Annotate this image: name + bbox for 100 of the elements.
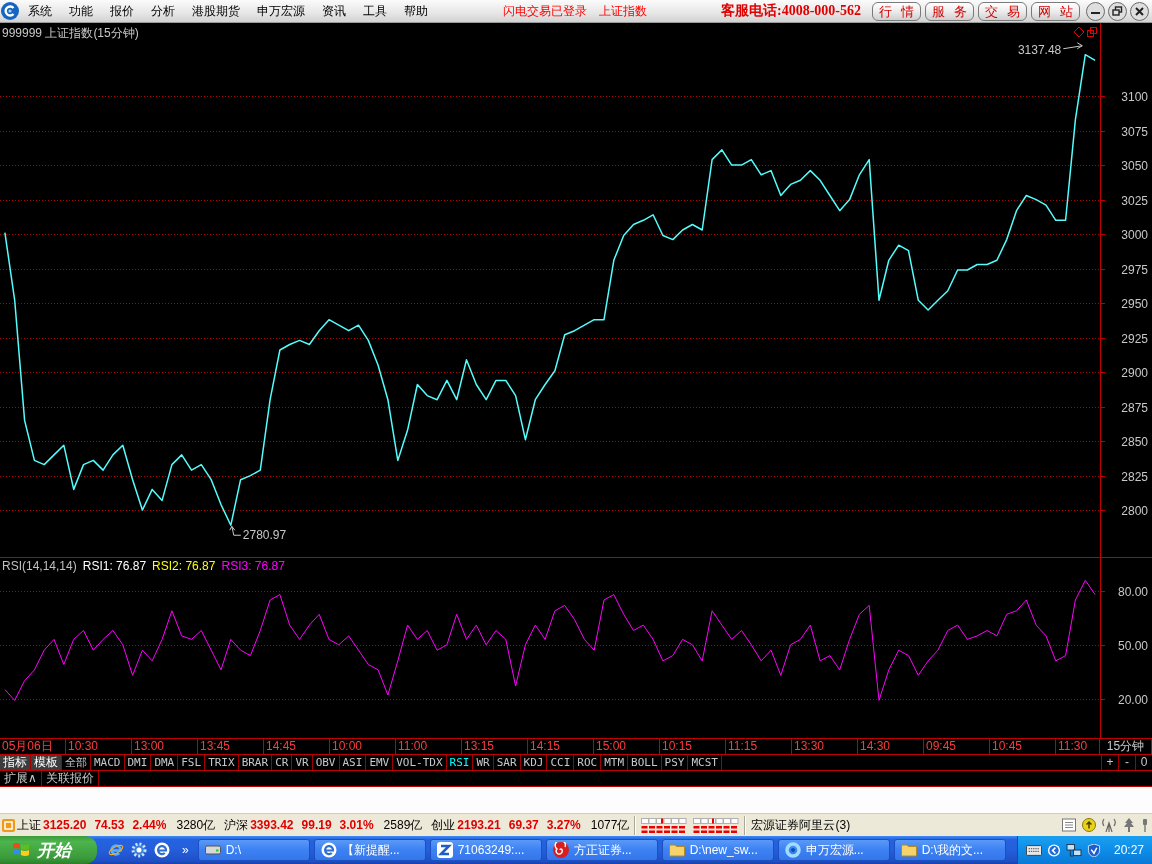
browser-e-icon[interactable] <box>154 842 170 858</box>
time-label: 10:00 <box>330 739 396 754</box>
chart-title: 999999 上证指数(15分钟) <box>2 26 139 40</box>
squares-icon[interactable] <box>1087 27 1097 37</box>
time-label: 15:00 <box>594 739 660 754</box>
menu-item[interactable]: 工具 <box>354 2 395 20</box>
axis-label: 50.00 <box>1117 638 1148 653</box>
tree-icon[interactable] <box>1122 818 1136 832</box>
indicator-tab[interactable]: VR <box>292 755 313 770</box>
hotline-text: 客服电话:4008-000-562 <box>721 2 861 20</box>
drive-icon <box>204 842 221 858</box>
indicator-tab[interactable]: 指标 <box>0 755 31 770</box>
axis-label: 2900 <box>1121 365 1148 380</box>
shield-icon[interactable] <box>1086 843 1102 857</box>
minimize-icon <box>1086 1 1105 21</box>
time-label: 09:45 <box>924 739 990 754</box>
index-name: 沪深 <box>224 816 249 834</box>
keyboard-icon[interactable] <box>1026 843 1042 857</box>
taskbar-button[interactable]: 申万宏源... <box>777 839 890 861</box>
indicator-tab[interactable]: VOL-TDX <box>393 755 447 770</box>
menu-item[interactable]: 分析 <box>142 2 183 20</box>
indicator-tab[interactable]: ASI <box>339 755 367 770</box>
high-price-label: 3137.48 <box>1017 42 1062 57</box>
browser-e-icon <box>320 842 337 858</box>
index-volume: 1077亿 <box>590 816 630 834</box>
taskbar-button[interactable]: 方正证券... <box>545 839 658 861</box>
taskbar-button[interactable]: D:\new_sw... <box>661 839 774 861</box>
close-button[interactable] <box>1130 1 1149 21</box>
notice-text: 上证指数 <box>599 2 647 20</box>
indicator-tab[interactable]: MTM <box>601 755 629 770</box>
zigzag-logo-icon <box>436 842 453 858</box>
time-label: 14:45 <box>264 739 330 754</box>
index-change: 74.53 <box>94 818 125 832</box>
coin-icon[interactable] <box>1082 818 1096 832</box>
taskbar-button[interactable]: D:\ <box>197 839 310 861</box>
clock-text: 20:27 <box>1113 843 1144 857</box>
menu-item[interactable]: 资讯 <box>313 2 354 20</box>
ring-logo-icon <box>784 842 801 858</box>
time-label: 13:30 <box>792 739 858 754</box>
legend-value: RSI1: 76.87 <box>82 559 147 573</box>
taskbar-button[interactable]: 71063249:... <box>429 839 542 861</box>
list-icon[interactable] <box>1062 818 1076 832</box>
menu-item[interactable]: 功能 <box>60 2 101 20</box>
spiral-logo-icon <box>552 842 569 858</box>
folder-icon <box>668 842 685 858</box>
sun-icon[interactable] <box>131 842 147 858</box>
taskbar-button[interactable]: D:\我的文... <box>893 839 1006 861</box>
menu-item[interactable]: 港股期货 <box>183 2 248 20</box>
arrow-icon <box>1062 42 1083 50</box>
period-label[interactable]: 15分钟 <box>1100 739 1152 754</box>
axis-label: 2800 <box>1121 503 1148 518</box>
minimize-button[interactable] <box>1086 1 1105 21</box>
index-percent: 3.27% <box>546 818 581 832</box>
index-change: 69.37 <box>508 818 539 832</box>
activity-meter-icon <box>641 817 740 833</box>
time-label: 14:15 <box>528 739 594 754</box>
nav-button[interactable]: 服 务 <box>925 1 974 21</box>
network-icon[interactable] <box>1066 843 1082 857</box>
index-percent: 2.44% <box>132 818 167 832</box>
nav-button[interactable]: 网 站 <box>1031 1 1080 21</box>
index-percent: 3.01% <box>339 818 374 832</box>
time-label: 10:45 <box>990 739 1056 754</box>
close-icon <box>1130 1 1149 21</box>
indicator-tab[interactable]: 模板 <box>31 755 62 770</box>
indicator-tab[interactable]: MCST <box>688 755 722 770</box>
axis-label: 2875 <box>1121 400 1148 415</box>
time-label: 14:30 <box>858 739 924 754</box>
time-label: 13:45 <box>198 739 264 754</box>
axis-label: 2975 <box>1121 262 1148 277</box>
browser-e-icon[interactable] <box>108 842 124 858</box>
axis-label: 3000 <box>1121 227 1148 242</box>
arrow-icon <box>229 525 242 536</box>
restore-button[interactable] <box>1108 1 1127 21</box>
pin-icon[interactable] <box>1142 818 1148 832</box>
menu-item[interactable]: 帮助 <box>395 2 436 20</box>
antenna-icon[interactable] <box>1102 818 1116 832</box>
axis-label: 2950 <box>1121 296 1148 311</box>
logo-icon <box>1 2 19 20</box>
index-volume: 3280亿 <box>176 816 216 834</box>
menu-item[interactable]: 系统 <box>19 2 60 20</box>
indicator-tab[interactable]: WR <box>473 755 494 770</box>
low-price-label: 2780.97 <box>242 528 287 543</box>
diamond-icon[interactable] <box>1073 26 1085 38</box>
indicator-tab[interactable]: 全部 <box>62 755 91 770</box>
notice-text: 闪电交易已登录 <box>503 2 587 20</box>
app-icon <box>2 818 15 832</box>
indicator-tab[interactable]: BOLL <box>628 755 662 770</box>
time-label: 11:30 <box>1056 739 1100 754</box>
taskbar-button[interactable]: 【新提醒... <box>313 839 426 861</box>
menu-item[interactable]: 申万宏源 <box>248 2 313 20</box>
restore-icon <box>1108 1 1127 21</box>
nav-button[interactable]: 行 情 <box>872 1 921 21</box>
indicator-tab[interactable]: TRIX <box>205 755 239 770</box>
nav-button[interactable]: 交 易 <box>978 1 1027 21</box>
menu-item[interactable]: 报价 <box>101 2 142 20</box>
more-button[interactable]: » <box>182 843 189 857</box>
index-name: 上证 <box>17 816 41 834</box>
indicator-tab[interactable]: MACD <box>91 755 125 770</box>
index-volume: 2589亿 <box>383 816 423 834</box>
chevron-circle-icon[interactable] <box>1046 843 1062 857</box>
